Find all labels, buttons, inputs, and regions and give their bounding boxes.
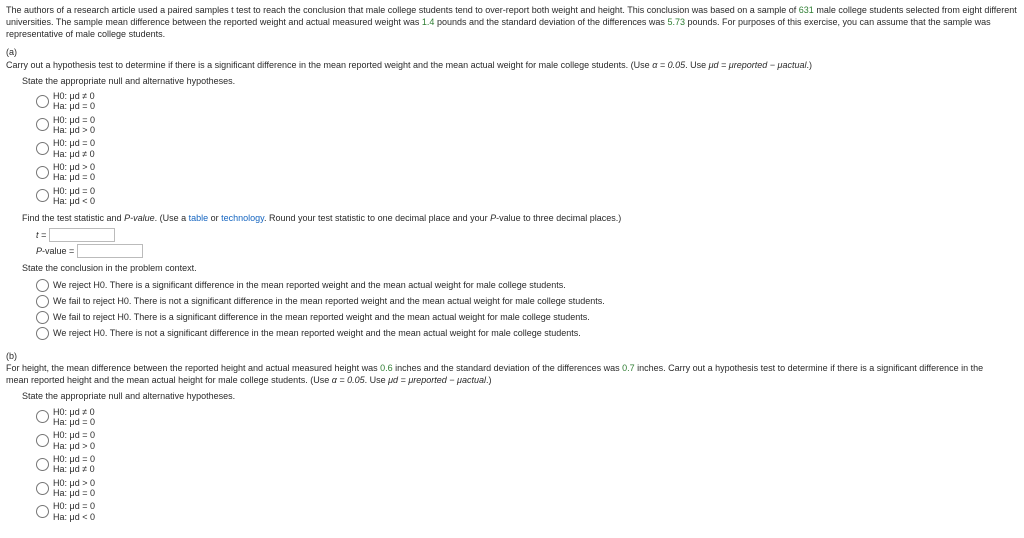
- b-hyp-radio-4[interactable]: [36, 482, 49, 495]
- b-text-5: .): [486, 375, 492, 385]
- a-concl-radio-2[interactable]: [36, 295, 49, 308]
- b-hyp-radio-3[interactable]: [36, 458, 49, 471]
- intro-text-1: The authors of a research article used a…: [6, 5, 799, 15]
- b-hyp-radio-1[interactable]: [36, 410, 49, 423]
- link-technology[interactable]: technology: [221, 213, 264, 223]
- a-find-stat: Find the test statistic and P-value. (Us…: [22, 212, 996, 224]
- a-concl-2: We fail to reject H0. There is not a sig…: [53, 296, 605, 306]
- a-conclusion-options: We reject H0. There is a significant dif…: [36, 279, 996, 341]
- a-hyp-radio-3[interactable]: [36, 142, 49, 155]
- a-hyp-2: H0: μd = 0Ha: μd > 0: [53, 115, 95, 136]
- a-prompt-3: .): [806, 60, 812, 70]
- a-hyp-1: H0: μd ≠ 0Ha: μd = 0: [53, 91, 95, 112]
- intro-text-3: pounds and the standard deviation of the…: [434, 17, 667, 27]
- a-concl-1: We reject H0. There is a significant dif…: [53, 280, 566, 290]
- b-hyp-radio-2[interactable]: [36, 434, 49, 447]
- a-hyp-radio-4[interactable]: [36, 166, 49, 179]
- b-diff: 0.6: [380, 363, 393, 373]
- intro-diff: 1.4: [422, 17, 435, 27]
- part-a: (a) Carry out a hypothesis test to deter…: [6, 46, 1018, 346]
- a-prompt-2: . Use: [685, 60, 709, 70]
- a-hyp-radio-1[interactable]: [36, 95, 49, 108]
- p-label-rest: -value =: [42, 246, 74, 256]
- a-prompt-1: Carry out a hypothesis test to determine…: [6, 60, 652, 70]
- b-sd: 0.7: [622, 363, 635, 373]
- part-b: (b) For height, the mean difference betw…: [6, 350, 1018, 528]
- intro-sd: 5.73: [667, 17, 685, 27]
- a-state-conclusion: State the conclusion in the problem cont…: [22, 262, 996, 274]
- a-state-hypotheses: State the appropriate null and alternati…: [22, 75, 996, 87]
- t-stat-row: t =: [36, 228, 996, 242]
- b-hypothesis-options: H0: μd ≠ 0Ha: μd = 0 H0: μd = 0Ha: μd > …: [36, 407, 996, 522]
- intro-n: 631: [799, 5, 814, 15]
- t-stat-input[interactable]: [49, 228, 115, 242]
- b-alpha: α = 0.05: [332, 375, 365, 385]
- b-hyp-3: H0: μd = 0Ha: μd ≠ 0: [53, 454, 95, 475]
- a-hyp-5: H0: μd = 0Ha: μd < 0: [53, 186, 95, 207]
- a-concl-radio-3[interactable]: [36, 311, 49, 324]
- a-concl-3: We fail to reject H0. There is a signifi…: [53, 312, 590, 322]
- b-text-2: inches and the standard deviation of the…: [393, 363, 622, 373]
- part-a-label: (a): [6, 46, 26, 58]
- b-hyp-1: H0: μd ≠ 0Ha: μd = 0: [53, 407, 95, 428]
- a-hyp-3: H0: μd = 0Ha: μd ≠ 0: [53, 138, 95, 159]
- a-hyp-radio-2[interactable]: [36, 118, 49, 131]
- a-hypothesis-options: H0: μd ≠ 0Ha: μd = 0 H0: μd = 0Ha: μd > …: [36, 91, 996, 206]
- p-value-input[interactable]: [77, 244, 143, 258]
- b-state-hypotheses: State the appropriate null and alternati…: [22, 390, 996, 402]
- link-table[interactable]: table: [189, 213, 209, 223]
- b-hyp-4: H0: μd > 0Ha: μd = 0: [53, 478, 95, 499]
- intro-paragraph: The authors of a research article used a…: [6, 4, 1018, 40]
- b-text-1: For height, the mean difference between …: [6, 363, 380, 373]
- a-concl-4: We reject H0. There is not a significant…: [53, 328, 581, 338]
- a-hyp-radio-5[interactable]: [36, 189, 49, 202]
- b-hyp-radio-5[interactable]: [36, 505, 49, 518]
- a-hyp-4: H0: μd > 0Ha: μd = 0: [53, 162, 95, 183]
- part-b-label: (b): [6, 350, 26, 362]
- a-mudef: μd = μreported − μactual: [709, 60, 807, 70]
- b-mudef: μd = μreported − μactual: [388, 375, 486, 385]
- b-text-4: . Use: [365, 375, 389, 385]
- b-hyp-5: H0: μd = 0Ha: μd < 0: [53, 501, 95, 522]
- a-concl-radio-4[interactable]: [36, 327, 49, 340]
- a-alpha: α = 0.05: [652, 60, 685, 70]
- t-label: t =: [36, 230, 46, 240]
- a-concl-radio-1[interactable]: [36, 279, 49, 292]
- b-hyp-2: H0: μd = 0Ha: μd > 0: [53, 430, 95, 451]
- p-value-row: P-value =: [36, 244, 996, 258]
